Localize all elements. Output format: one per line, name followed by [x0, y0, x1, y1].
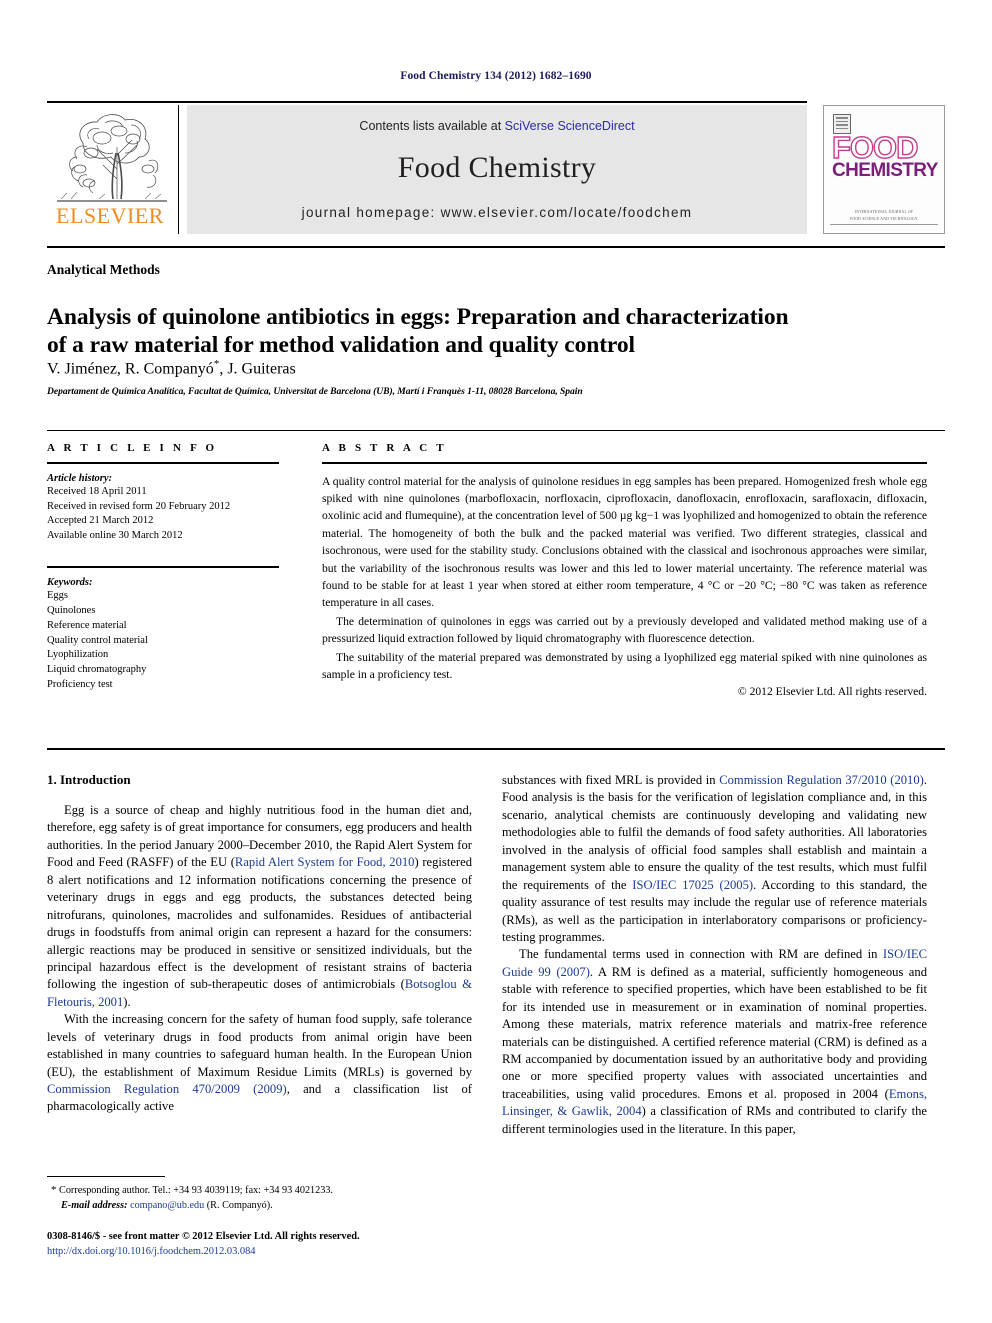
intro-text: . A RM is defined as a material, suffici…: [502, 964, 927, 1101]
abstract-block: A B S T R A C T A quality control materi…: [322, 442, 927, 698]
citation-link[interactable]: ISO/IEC 17025 (2005): [632, 878, 753, 892]
intro-text: ) registered 8 alert notifications and 1…: [47, 855, 472, 992]
section-heading-introduction: 1. Introduction: [47, 772, 131, 787]
footnote-email-label: E-mail address:: [61, 1199, 128, 1211]
article-history-item: Received 18 April 2011: [47, 485, 147, 497]
journal-band: Contents lists available at SciVerse Sci…: [187, 105, 807, 234]
title-line-2: of a raw material for method validation …: [47, 332, 635, 359]
article-info-heading: A R T I C L E I N F O: [47, 442, 218, 454]
masthead-top-rule: [47, 101, 807, 103]
intro-text: ).: [123, 994, 131, 1009]
keyword-item: Quinolones: [47, 604, 96, 616]
journal-title: Food Chemistry: [397, 151, 597, 184]
keyword-item: Proficiency test: [47, 679, 113, 691]
citation-link[interactable]: Rapid Alert System for Food, 2010: [235, 855, 415, 869]
cover-title-food: FOOD: [831, 130, 919, 165]
article-info-rule: [47, 462, 279, 464]
footnote-email-suffix: (R. Companyó).: [204, 1199, 273, 1211]
journal-cover-thumbnail[interactable]: FOOD CHEMISTRY INTERNATIONAL JOURNAL OF …: [823, 105, 945, 234]
author-names-suffix: , J. Guiteras: [219, 360, 296, 378]
keyword-item: Liquid chromatography: [47, 664, 147, 676]
abstract-rule: [322, 462, 927, 464]
intro-paragraph-4: The fundamental terms used in connection…: [502, 946, 927, 1138]
elsevier-tree-icon: [57, 114, 167, 202]
citation-link[interactable]: Commission Regulation 470/2009 (2009): [47, 1082, 287, 1096]
article-history-item: Received in revised form 20 February 201…: [47, 500, 231, 512]
body-column-right: substances with fixed MRL is provided in…: [502, 772, 927, 1138]
abstract-paragraph: The suitability of the material prepared…: [322, 650, 927, 681]
intro-paragraph-3: substances with fixed MRL is provided in…: [502, 772, 927, 946]
author-list: V. Jiménez, R. Companyó*, J. Guiteras: [47, 358, 927, 378]
keyword-item: Quality control material: [47, 634, 148, 646]
contents-available-line: Contents lists available at SciVerse Sci…: [187, 119, 807, 133]
running-head: Food Chemistry 134 (2012) 1682–1690: [400, 70, 592, 82]
author-names-prefix: V. Jiménez, R. Companyó: [47, 360, 214, 378]
cover-footer-line-2: FOOD SCIENCE AND TECHNOLOGY: [850, 217, 918, 221]
author-affiliation: Departament de Química Analítica, Facult…: [47, 386, 583, 397]
info-top-rule: [47, 430, 945, 431]
footnote-rule: [47, 1176, 165, 1177]
cover-title-chemistry: CHEMISTRY: [832, 160, 938, 181]
journal-section-label: Analytical Methods: [47, 262, 160, 277]
page-footer: 0308-8146/$ - see front matter © 2012 El…: [47, 1229, 647, 1259]
intro-text: The fundamental terms used in connection…: [519, 947, 883, 962]
title-line-1: Analysis of quinolone antibiotics in egg…: [47, 303, 789, 330]
body-column-left: 1. Introduction Egg is a source of cheap…: [47, 772, 472, 1116]
footnote-contact-line: * Corresponding author. Tel.: +34 93 403…: [47, 1183, 472, 1199]
cover-footer-line-1: INTERNATIONAL JOURNAL OF: [854, 210, 914, 214]
intro-text: substances with fixed MRL is provided in: [502, 773, 720, 787]
intro-paragraph-2: With the increasing concern for the safe…: [47, 1011, 472, 1116]
keyword-item: Reference material: [47, 619, 127, 631]
abstract-paragraph: The determination of quinolones in eggs …: [322, 614, 927, 646]
article-info-block: A R T I C L E I N F O Article history: R…: [47, 442, 279, 693]
footnote-email-line: E-mail address: compano@ub.edu (R. Compa…: [47, 1199, 472, 1213]
keywords-label: Keywords:: [47, 576, 93, 588]
elsevier-wordmark: ELSEVIER: [56, 203, 164, 228]
intro-text: With the increasing concern for the safe…: [47, 1012, 472, 1079]
keyword-item: Eggs: [47, 589, 68, 601]
page-title: Analysis of quinolone antibiotics in egg…: [47, 303, 927, 360]
intro-text: . Food analysis is the basis for the ver…: [502, 773, 927, 892]
cover-divider: [830, 224, 938, 225]
abstract-paragraph: A quality control material for the analy…: [322, 474, 927, 610]
keywords-rule: [47, 566, 279, 568]
abstract-copyright: © 2012 Elsevier Ltd. All rights reserved…: [737, 685, 927, 699]
article-history-item: Accepted 21 March 2012: [47, 515, 154, 527]
email-link[interactable]: compano@ub.edu: [130, 1200, 204, 1211]
footnote-contact-text: Corresponding author. Tel.: +34 93 40391…: [56, 1185, 333, 1196]
issn-copyright-line: 0308-8146/$ - see front matter © 2012 El…: [47, 1231, 360, 1242]
keyword-item: Lyophilization: [47, 649, 109, 661]
article-page: Food Chemistry 134 (2012) 1682–1690 ELSE…: [0, 0, 992, 1323]
elsevier-logo: ELSEVIER: [47, 105, 179, 234]
contents-prefix: Contents lists available at: [359, 119, 505, 133]
article-history-label: Article history:: [47, 472, 113, 484]
corresponding-author-footnote: * Corresponding author. Tel.: +34 93 403…: [47, 1176, 472, 1213]
info-bottom-rule: [47, 748, 945, 750]
article-history-item: Available online 30 March 2012: [47, 530, 183, 542]
masthead-bottom-rule: [47, 246, 945, 248]
intro-paragraph-1: Egg is a source of cheap and highly nutr…: [47, 802, 472, 1011]
abstract-heading: A B S T R A C T: [322, 442, 447, 454]
journal-masthead: ELSEVIER Contents lists available at Sci…: [47, 101, 945, 234]
journal-homepage-link[interactable]: journal homepage: www.elsevier.com/locat…: [187, 205, 807, 220]
doi-link[interactable]: http://dx.doi.org/10.1016/j.foodchem.201…: [47, 1244, 647, 1259]
sciencedirect-link[interactable]: SciVerse ScienceDirect: [505, 119, 635, 133]
citation-link[interactable]: Commission Regulation 37/2010 (2010): [719, 773, 924, 787]
